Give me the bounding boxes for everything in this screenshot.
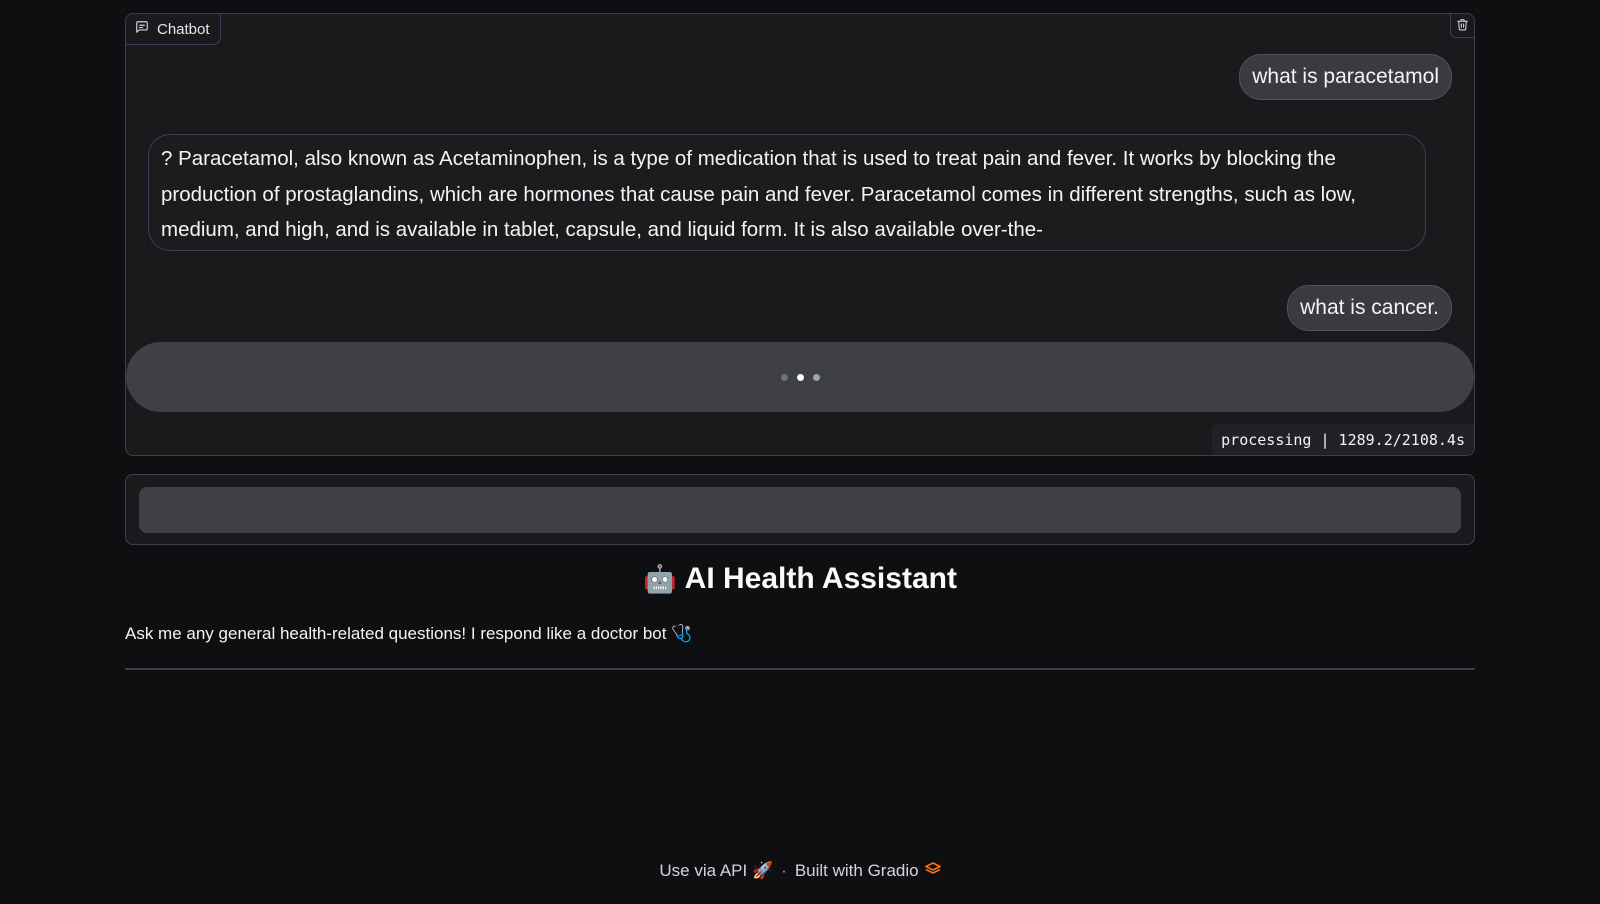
footer-separator: ·	[781, 861, 787, 880]
message-input[interactable]	[139, 487, 1461, 533]
bot-message: ? Paracetamol, also known as Acetaminoph…	[148, 134, 1426, 251]
loading-dot	[780, 373, 788, 381]
chat-icon	[135, 20, 149, 38]
user-message: what is cancer.	[1287, 285, 1452, 331]
pending-response	[126, 342, 1474, 412]
chatbot-label: Chatbot	[126, 14, 221, 45]
trash-icon	[1456, 16, 1469, 35]
use-api-link[interactable]: Use via API 🚀	[659, 861, 773, 881]
use-api-label: Use via API	[659, 861, 748, 880]
progress-status: processing | 1289.2/2108.4s	[1212, 424, 1474, 455]
page-title: 🤖 AI Health Assistant	[0, 562, 1600, 596]
rocket-icon: 🚀	[751, 861, 774, 880]
gradio-logo-icon	[923, 861, 942, 881]
built-with-gradio-link[interactable]: Built with Gradio	[794, 861, 942, 881]
page-description: Ask me any general health-related questi…	[125, 624, 693, 643]
chatbot-panel: Chatbot what is paracetamol ? Paracetamo…	[125, 13, 1475, 456]
footer: Use via API 🚀 · Built with Gradio	[0, 861, 1600, 881]
chatbot-label-text: Chatbot	[157, 20, 210, 38]
input-panel	[125, 474, 1475, 545]
divider	[125, 668, 1475, 670]
robot-icon: 🤖	[643, 564, 677, 594]
clear-chat-button[interactable]	[1450, 14, 1474, 38]
built-with-label: Built with Gradio	[794, 861, 919, 880]
user-message: what is paracetamol	[1239, 54, 1452, 100]
loading-dot	[796, 373, 804, 381]
loading-dot	[812, 373, 820, 381]
page-title-text: AI Health Assistant	[684, 562, 957, 595]
